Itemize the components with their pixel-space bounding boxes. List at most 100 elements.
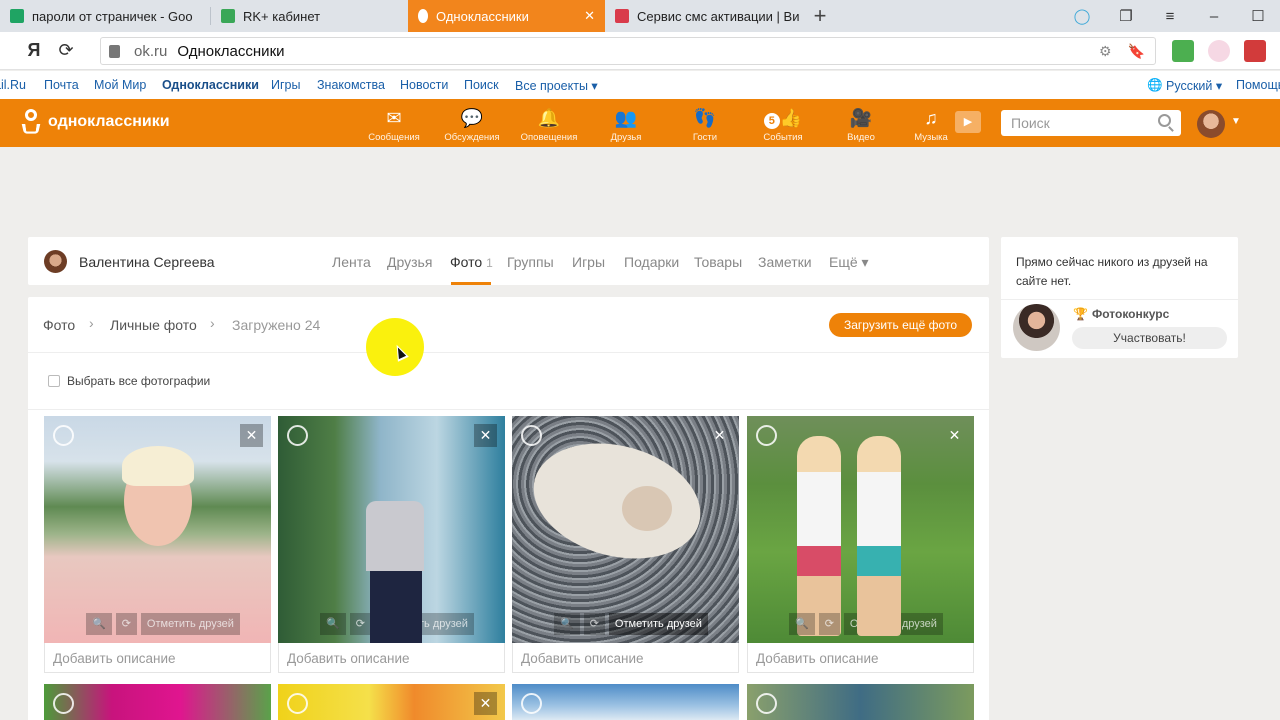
add-description-field[interactable]: Добавить описание <box>747 643 974 673</box>
url-field[interactable]: ok.ru Одноклассники ⚙ 🔖 <box>100 37 1156 65</box>
bookmark-icon[interactable]: 🔖 <box>1128 43 1145 60</box>
extension-vk-icon[interactable] <box>1244 40 1266 62</box>
yandex-button[interactable]: Я <box>18 40 50 61</box>
rotate-icon[interactable]: ⟳ <box>349 613 371 635</box>
chevron-down-icon[interactable]: ▼ <box>1231 116 1241 127</box>
extension-flower-icon[interactable] <box>1208 40 1230 62</box>
nav-messages[interactable]: ✉ Сообщения <box>362 99 426 147</box>
delete-icon[interactable]: ✕ <box>240 424 263 447</box>
tag-friends-button[interactable]: Отметить друзей <box>374 613 474 635</box>
menu-icon[interactable]: ≡ <box>1148 8 1192 25</box>
service-mail[interactable]: Почта <box>44 78 79 92</box>
ok-logo[interactable]: одноклассники <box>21 109 170 135</box>
select-circle-icon[interactable] <box>287 693 308 714</box>
nav-events[interactable]: 5 👍 События <box>751 99 815 147</box>
upload-more-button[interactable]: Загрузить ещё фото <box>829 313 972 337</box>
add-description-field[interactable]: Добавить описание <box>44 643 271 673</box>
tab-notes[interactable]: Заметки <box>758 254 812 270</box>
user-avatar[interactable] <box>1197 110 1225 138</box>
play-icon[interactable]: ▶ <box>955 111 981 133</box>
tab-passwords[interactable]: пароли от страничек - Goo <box>0 0 210 32</box>
breadcrumb-photos[interactable]: Фото <box>43 317 75 333</box>
ok-search-input[interactable]: Поиск <box>1001 110 1181 136</box>
help-link[interactable]: Помощь <box>1236 78 1280 92</box>
breadcrumb-personal[interactable]: Личные фото <box>110 317 197 333</box>
select-circle-icon[interactable] <box>756 693 777 714</box>
select-all-label[interactable]: Выбрать все фотографии <box>67 374 210 388</box>
nav-video[interactable]: 🎥 Видео <box>829 99 893 147</box>
minimize-icon[interactable]: – <box>1192 8 1236 25</box>
tab-gifts[interactable]: Подарки <box>624 254 679 270</box>
profile-name[interactable]: Валентина Сергеева <box>79 254 215 270</box>
tab-games[interactable]: Игры <box>572 254 605 270</box>
contest-avatar[interactable] <box>1013 304 1060 351</box>
delete-icon[interactable]: ✕ <box>708 424 731 447</box>
select-all-checkbox[interactable] <box>48 375 60 387</box>
tab-feed[interactable]: Лента <box>332 254 371 270</box>
search-icon[interactable] <box>1158 114 1171 127</box>
nav-music[interactable]: ♫ Музыка <box>899 99 963 147</box>
select-circle-icon[interactable] <box>521 425 542 446</box>
nav-discussions[interactable]: 💬 Обсуждения <box>440 99 504 147</box>
photo-tile[interactable]: ✕ 🔍 ⟳ Отметить друзей <box>512 416 739 643</box>
zoom-icon[interactable]: 🔍 <box>789 613 815 635</box>
photo-tile[interactable] <box>512 684 739 720</box>
contest-title[interactable]: Фотоконкурс <box>1092 307 1169 321</box>
service-mailru[interactable]: ail.Ru <box>0 78 26 92</box>
photo-tile[interactable] <box>44 684 271 720</box>
select-circle-icon[interactable] <box>756 425 777 446</box>
tab-groups[interactable]: Группы <box>507 254 554 270</box>
service-all-projects[interactable]: Все проекты ▾ <box>515 78 598 93</box>
delete-icon[interactable]: ✕ <box>943 424 966 447</box>
extension-green-icon[interactable] <box>1172 40 1194 62</box>
photo-tile[interactable] <box>747 684 974 720</box>
tag-friends-button[interactable]: Отметить друзей <box>140 613 240 635</box>
service-news[interactable]: Новости <box>400 78 448 92</box>
language-select[interactable]: Русский ▾ <box>1166 78 1222 93</box>
avatar[interactable] <box>44 250 67 273</box>
alice-icon[interactable]: ◯ <box>1060 7 1104 25</box>
delete-icon[interactable]: ✕ <box>474 424 497 447</box>
select-circle-icon[interactable] <box>521 693 542 714</box>
service-search[interactable]: Поиск <box>464 78 499 92</box>
select-circle-icon[interactable] <box>287 425 308 446</box>
tag-friends-button[interactable]: Отметить друзей <box>843 613 943 635</box>
photo-tile[interactable]: ✕ 🔍 ⟳ Отметить друзей <box>747 416 974 643</box>
tab-more[interactable]: Ещё ▾ <box>829 254 869 271</box>
new-tab-icon[interactable]: + <box>805 0 835 32</box>
select-circle-icon[interactable] <box>53 693 74 714</box>
tab-rk-cabinet[interactable]: RK+ кабинет <box>211 0 408 32</box>
service-games[interactable]: Игры <box>271 78 300 92</box>
add-description-field[interactable]: Добавить описание <box>278 643 505 673</box>
select-circle-icon[interactable] <box>53 425 74 446</box>
zoom-icon[interactable]: 🔍 <box>86 613 112 635</box>
nav-notifications[interactable]: 🔔 Оповещения <box>517 99 581 147</box>
add-description-field[interactable]: Добавить описание <box>512 643 739 673</box>
tab-photos[interactable]: Фото 1 <box>450 254 493 270</box>
reload-icon[interactable]: ⟳ <box>50 40 82 61</box>
rotate-icon[interactable]: ⟳ <box>583 613 605 635</box>
service-mymir[interactable]: Мой Мир <box>94 78 146 92</box>
nav-friends[interactable]: 👥 Друзья <box>594 99 658 147</box>
maximize-icon[interactable]: ☐ <box>1236 7 1280 25</box>
rotate-icon[interactable]: ⟳ <box>818 613 840 635</box>
photo-tile[interactable]: ✕ <box>278 684 505 720</box>
site-settings-icon[interactable]: ⚙ <box>1099 43 1112 60</box>
tab-odnoklassniki[interactable]: Одноклассники ✕ <box>408 0 605 32</box>
tab-goods[interactable]: Товары <box>694 254 742 270</box>
service-dating[interactable]: Знакомства <box>317 78 385 92</box>
tab-friends[interactable]: Друзья <box>387 254 432 270</box>
service-ok[interactable]: Одноклассники <box>162 78 259 92</box>
nav-guests[interactable]: 👣 Гости <box>673 99 737 147</box>
zoom-icon[interactable]: 🔍 <box>554 613 580 635</box>
join-contest-button[interactable]: Участвовать! <box>1072 327 1227 349</box>
photo-tile[interactable]: ✕ 🔍 ⟳ Отметить друзей <box>44 416 271 643</box>
tab-sms-service[interactable]: Сервис смс активации | Ви <box>605 0 805 32</box>
photo-tile[interactable]: ✕ 🔍 ⟳ Отметить друзей <box>278 416 505 643</box>
close-tab-icon[interactable]: ✕ <box>584 8 595 24</box>
delete-icon[interactable]: ✕ <box>474 692 497 715</box>
collections-icon[interactable]: ❐ <box>1104 7 1148 25</box>
zoom-icon[interactable]: 🔍 <box>320 613 346 635</box>
rotate-icon[interactable]: ⟳ <box>115 613 137 635</box>
tag-friends-button[interactable]: Отметить друзей <box>608 613 708 635</box>
